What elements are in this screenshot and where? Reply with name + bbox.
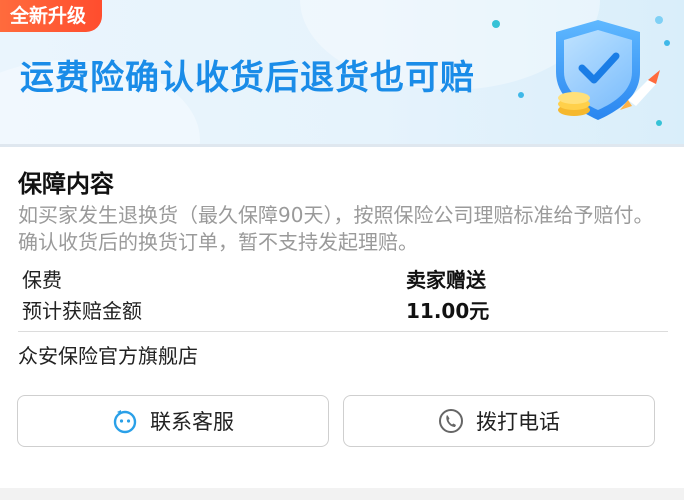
coverage-title: 保障内容	[18, 170, 114, 198]
section-divider	[0, 144, 684, 147]
contact-service-label: 联系客服	[150, 410, 234, 434]
premium-label: 保费	[22, 268, 62, 292]
claim-amount-value: 11.00元	[406, 299, 490, 323]
divider	[18, 331, 668, 332]
decor-dot	[492, 20, 500, 28]
decor-dot	[655, 16, 663, 24]
premium-value: 卖家赠送	[406, 268, 486, 292]
banner-title: 运费险确认收货后退货也可赔	[20, 58, 475, 98]
insurer-shop-name: 众安保险官方旗舰店	[18, 344, 198, 368]
call-phone-button[interactable]: 拨打电话	[343, 395, 655, 447]
claim-amount-label: 预计获赔金额	[22, 299, 142, 323]
decor-dot	[656, 120, 662, 126]
contact-service-button[interactable]: 联系客服	[17, 395, 329, 447]
bottom-divider	[0, 488, 684, 500]
call-phone-label: 拨打电话	[476, 410, 560, 434]
promo-banner: 全新升级 运费险确认收货后退货也可赔	[0, 0, 684, 146]
shield-check-icon	[540, 10, 684, 140]
decor-dot	[518, 92, 524, 98]
coverage-description: 如买家发生退换货（最久保障90天），按照保险公司理赔标准给予赔付。确认收货后的换…	[18, 203, 654, 254]
phone-icon	[438, 408, 464, 434]
upgrade-badge: 全新升级	[0, 0, 103, 32]
chat-face-icon	[112, 408, 138, 434]
decor-dot	[664, 40, 670, 46]
